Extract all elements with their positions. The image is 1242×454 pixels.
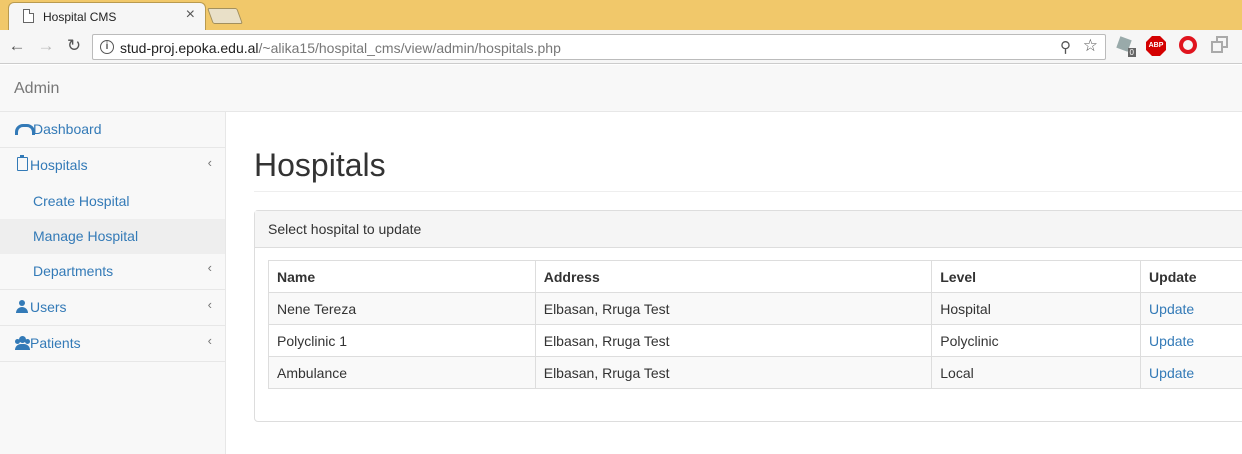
users-icon [15,336,30,350]
chevron-left-icon: ‹ [207,333,212,348]
update-link[interactable]: Update [1149,301,1194,317]
dashboard-icon [15,122,35,136]
table-row: Nene Tereza Elbasan, Rruga Test Hospital… [268,292,1242,325]
cell-name: Polyclinic 1 [268,324,536,357]
sidebar-item-departments[interactable]: Departments ‹ [0,254,225,289]
cell-update: Update [1140,356,1242,389]
panel-heading: Select hospital to update [255,211,1242,248]
adblock-plus-icon[interactable]: ABP [1146,36,1166,56]
sidebar-subitem-label: Departments [33,263,114,279]
hospitals-table: Name Address Level Update Nene Tereza El… [268,260,1242,389]
info-icon[interactable]: i [100,40,114,54]
cell-level: Hospital [931,292,1142,325]
update-link[interactable]: Update [1149,365,1194,381]
column-header-update: Update [1140,260,1242,293]
abp-label: ABP [1148,42,1164,49]
url-path: /~alika15/hospital_cms/view/admin/hospit… [258,40,561,56]
cell-name: Ambulance [268,356,536,389]
sidebar-item-create-hospital[interactable]: Create Hospital [0,184,225,219]
cell-name: Nene Tereza [268,292,536,325]
reload-icon[interactable]: ↻ [63,35,85,57]
zoom-icon[interactable]: ⚲ [1060,38,1071,56]
page-title: Hospitals [254,147,386,183]
browser-tab[interactable]: Hospital CMS × [8,2,206,30]
sidebar-item-patients[interactable]: Patients ‹ [0,326,225,362]
cell-update: Update [1140,324,1242,357]
cell-address: Elbasan, Rruga Test [534,356,933,389]
browser-tabstrip: Hospital CMS × [0,0,1242,30]
cell-update: Update [1140,292,1242,325]
chevron-left-icon: ‹ [207,297,212,312]
new-tab-button[interactable] [207,8,243,24]
app-navbar: Admin [0,65,1242,112]
sidebar-item-label: Dashboard [33,121,102,137]
table-header-row: Name Address Level Update [268,260,1242,293]
sidebar-item-label: Patients [30,335,81,351]
forward-icon[interactable]: → [35,35,57,57]
sidebar-item-label: Users [30,299,67,315]
cast-icon[interactable] [1211,36,1229,54]
hospitals-submenu: Create Hospital Manage Hospital Departme… [0,184,225,290]
back-icon[interactable]: ← [6,35,28,57]
page-icon [23,9,34,23]
column-header-level: Level [931,260,1142,293]
opera-icon[interactable] [1179,36,1197,54]
sidebar-item-users[interactable]: Users ‹ [0,290,225,326]
hospitals-panel: Select hospital to update Name Address L… [254,210,1242,422]
table-row: Ambulance Elbasan, Rruga Test Local Upda… [268,356,1242,389]
update-link[interactable]: Update [1149,333,1194,349]
tab-title: Hospital CMS [43,10,117,24]
cell-address: Elbasan, Rruga Test [534,324,933,357]
sidebar-item-label: Hospitals [30,157,88,173]
sidebar-subitem-label: Manage Hospital [33,228,139,244]
sidebar-subitem-label: Create Hospital [33,193,130,209]
cell-level: Polyclinic [931,324,1142,357]
url-host: stud-proj.epoka.edu.al [120,40,259,56]
sidebar-item-manage-hospital[interactable]: Manage Hospital [0,219,225,254]
extension-icon[interactable]: 0 [1116,36,1136,57]
chevron-left-icon: ‹ [207,260,212,275]
chevron-left-icon: ‹ [207,155,212,170]
sidebar: Dashboard Hospitals ‹ Create Hospital Ma… [0,112,226,454]
title-divider [254,191,1242,192]
clipboard-icon [17,155,28,171]
address-bar[interactable]: i stud-proj.epoka.edu.al/~alika15/hospit… [92,34,1106,60]
sidebar-item-hospitals[interactable]: Hospitals ‹ [0,148,225,184]
extension-badge: 0 [1127,48,1136,57]
user-icon [15,300,29,314]
sidebar-item-dashboard[interactable]: Dashboard [0,112,225,148]
column-header-name: Name [268,260,536,293]
close-icon[interactable]: × [186,6,195,24]
brand-link[interactable]: Admin [14,80,59,98]
cell-address: Elbasan, Rruga Test [534,292,933,325]
cell-level: Local [931,356,1142,389]
bookmark-star-icon[interactable]: ☆ [1083,36,1098,56]
url-text[interactable]: stud-proj.epoka.edu.al/~alika15/hospital… [120,40,561,56]
browser-toolbar: ← → ↻ i stud-proj.epoka.edu.al/~alika15/… [0,30,1242,64]
column-header-address: Address [534,260,933,293]
table-row: Polyclinic 1 Elbasan, Rruga Test Polycli… [268,324,1242,357]
